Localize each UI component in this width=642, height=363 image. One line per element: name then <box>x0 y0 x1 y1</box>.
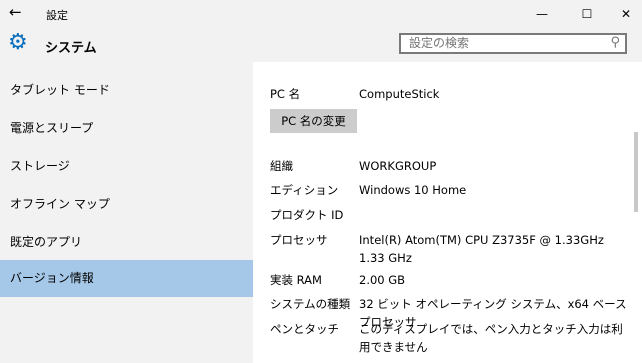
about-panel: PC 名 ComputeStick PC 名の変更 組織 WORKGROUP エ… <box>253 62 642 363</box>
info-value-pen-touch: このディスプレイでは、ペン入力とタッチ入力は利用できません <box>359 322 623 354</box>
maximize-button[interactable]: ☐ <box>567 0 607 28</box>
pc-name-label: PC 名 <box>270 87 301 101</box>
info-label-ram: 実装 RAM <box>270 273 322 287</box>
search-box[interactable]: ⚲ <box>399 33 627 54</box>
close-button[interactable]: ✕ <box>606 0 642 28</box>
title-bar: ← 設定 — ☐ ✕ <box>0 0 642 28</box>
gear-icon: ⚙ <box>8 30 28 55</box>
page-title: システム <box>45 41 97 56</box>
sidebar: タブレット モード 電源とスリープ ストレージ オフライン マップ 既定のアプリ… <box>0 62 253 363</box>
sidebar-item-power-sleep[interactable]: 電源とスリープ <box>0 110 253 147</box>
back-arrow-icon[interactable]: ← <box>9 3 22 21</box>
info-label-pen-touch: ペンとタッチ <box>270 322 339 336</box>
sidebar-item-default-apps[interactable]: 既定のアプリ <box>0 224 253 261</box>
info-label-organization: 組織 <box>270 159 293 173</box>
sidebar-item-offline-maps[interactable]: オフライン マップ <box>0 186 253 223</box>
search-input[interactable] <box>409 36 599 50</box>
content-scrollbar[interactable] <box>631 62 642 363</box>
window-title: 設定 <box>46 9 68 22</box>
info-value-ram: 2.00 GB <box>359 273 406 287</box>
scrollbar-thumb[interactable] <box>634 132 638 212</box>
sidebar-item-storage[interactable]: ストレージ <box>0 148 253 185</box>
sidebar-item-about[interactable]: バージョン情報 <box>0 260 253 297</box>
search-icon[interactable]: ⚲ <box>610 35 620 50</box>
info-value-edition: Windows 10 Home <box>359 183 467 197</box>
app-header: ⚙ システム ⚲ <box>0 28 642 62</box>
info-value-processor: Intel(R) Atom(TM) CPU Z3735F @ 1.33GHz 1… <box>359 233 604 265</box>
sidebar-item-tablet-mode[interactable]: タブレット モード <box>0 72 253 109</box>
pc-name-value: ComputeStick <box>359 87 440 101</box>
rename-pc-button[interactable]: PC 名の変更 <box>270 109 357 133</box>
minimize-button[interactable]: — <box>522 0 562 28</box>
info-label-system-type: システムの種類 <box>270 297 351 311</box>
info-label-edition: エディション <box>270 183 339 197</box>
info-label-processor: プロセッサ <box>270 233 328 247</box>
info-value-organization: WORKGROUP <box>359 159 437 173</box>
info-label-product-id: プロダクト ID <box>270 208 344 222</box>
